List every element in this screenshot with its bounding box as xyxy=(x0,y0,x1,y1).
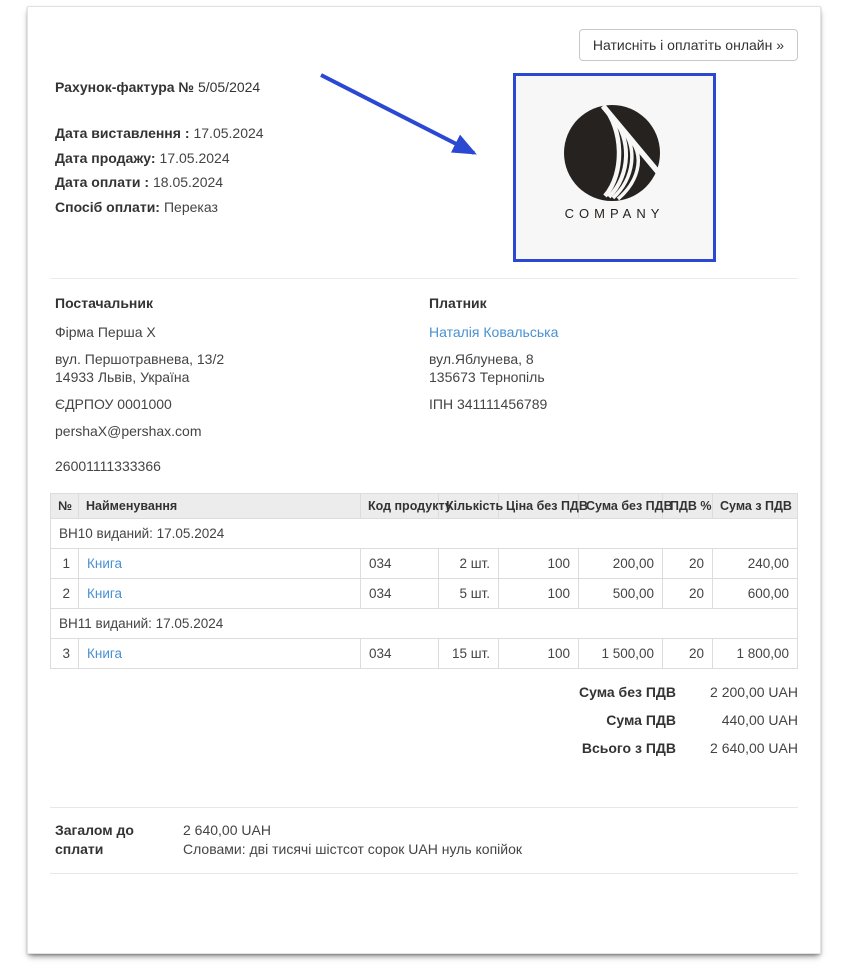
totals-block: Сума без ПДВ 2 200,00 UAH Сума ПДВ 440,0… xyxy=(579,683,798,767)
parties-section: Постачальник Фірма Перша X вул. Першотра… xyxy=(55,295,796,439)
table-row: 2 Книга 034 5 шт. 100 500,00 20 600,00 xyxy=(50,578,798,609)
group-header-label: ВН11 виданий: 17.05.2024 xyxy=(50,608,798,639)
supplier-email: pershaX@pershax.com xyxy=(55,423,202,439)
cell-sum-gross: 600,00 xyxy=(712,578,798,609)
grand-total-section: Загалом до сплати 2 640,00 UAH Словами: … xyxy=(50,807,798,874)
field-label: Спосіб оплати: xyxy=(55,198,160,215)
cell-vat: 20 xyxy=(662,578,713,609)
total-gross-row: Всього з ПДВ 2 640,00 UAH xyxy=(579,739,798,758)
field-value: 17.05.2024 xyxy=(193,125,264,141)
company-logo-mark xyxy=(564,104,661,201)
total-vat-row: Сума ПДВ 440,00 UAH xyxy=(579,711,798,730)
col-name: Найменування xyxy=(78,493,361,519)
field-label: Дата оплати : xyxy=(55,174,149,191)
supplier-title: Постачальник xyxy=(55,295,153,311)
cell-code: 034 xyxy=(360,548,439,579)
group-header-row: ВН11 виданий: 17.05.2024 xyxy=(50,608,798,639)
field-sale-date: Дата продажу: 17.05.2024 xyxy=(55,146,264,171)
col-number: № xyxy=(50,493,79,519)
col-code: Код продукту xyxy=(360,493,452,519)
total-value: 440,00 UAH xyxy=(721,712,798,728)
invoice-title-label: Рахунок-фактура № xyxy=(55,79,195,95)
supplier-tax-id: ЄДРПОУ 0001000 xyxy=(55,396,172,412)
invoice-card: Натисніть і оплатіть онлайн » Рахунок-фа… xyxy=(27,6,821,954)
grand-total-words: Словами: дві тисячі шістсот сорок UAH ну… xyxy=(183,841,523,857)
total-label: Сума без ПДВ xyxy=(579,684,676,700)
product-link[interactable]: Книга xyxy=(87,586,122,601)
total-value: 2 200,00 UAH xyxy=(710,684,798,700)
section-divider xyxy=(50,278,798,279)
col-sum-net: Сума без ПДВ xyxy=(578,493,673,519)
cell-price-net: 100 xyxy=(498,548,579,579)
cell-name: Книга xyxy=(78,548,361,579)
pay-online-button[interactable]: Натисніть і оплатіть онлайн » xyxy=(578,29,798,61)
cell-price-net: 100 xyxy=(498,638,579,669)
cell-code: 034 xyxy=(360,578,439,609)
cell-name: Книга xyxy=(78,578,361,609)
cell-sum-net: 200,00 xyxy=(578,548,663,579)
grand-total-label: Загалом до сплати xyxy=(55,822,134,857)
cell-sum-gross: 1 800,00 xyxy=(712,638,798,669)
group-header-label: ВН10 виданий: 17.05.2024 xyxy=(50,518,798,549)
cell-sum-net: 1 500,00 xyxy=(578,638,663,669)
supplier-account-number: 26001111333366 xyxy=(55,458,161,474)
grand-total-amount: 2 640,00 UAH xyxy=(183,822,271,838)
col-vat: ПДВ % xyxy=(662,493,713,519)
cell-quantity: 15 шт. xyxy=(438,638,499,669)
invoice-fields: Дата виставлення :17.05.2024 Дата продаж… xyxy=(55,121,264,219)
arrow-icon xyxy=(320,73,477,155)
company-logo-text: COMPANY xyxy=(564,206,665,221)
supplier-name: Фірма Перша X xyxy=(55,324,156,340)
product-link[interactable]: Книга xyxy=(87,556,122,571)
field-label: Дата продажу: xyxy=(55,149,156,166)
table-row: 1 Книга 034 2 шт. 100 200,00 20 240,00 xyxy=(50,548,798,579)
cell-code: 034 xyxy=(360,638,439,669)
field-payment-method: Спосіб оплати: Переказ xyxy=(55,195,264,220)
invoice-title: Рахунок-фактура № 5/05/2024 xyxy=(55,79,260,95)
supplier-address-line2: 14933 Львів, Україна xyxy=(55,369,190,385)
cell-quantity: 2 шт. xyxy=(438,548,499,579)
total-net-row: Сума без ПДВ 2 200,00 UAH xyxy=(579,683,798,702)
payer-address-line2: 135673 Тернопіль xyxy=(429,369,545,385)
cell-number: 2 xyxy=(50,578,79,609)
field-payment-date: Дата оплати :18.05.2024 xyxy=(55,170,264,195)
payer-tax-id: ІПН 341111456789 xyxy=(429,396,548,412)
total-value: 2 640,00 UAH xyxy=(710,740,798,756)
col-quantity: Кількість xyxy=(438,493,503,519)
total-label: Всього з ПДВ xyxy=(581,740,676,756)
cell-quantity: 5 шт. xyxy=(438,578,499,609)
field-value: Переказ xyxy=(163,198,218,215)
group-header-row: ВН10 виданий: 17.05.2024 xyxy=(50,518,798,549)
table-row: 3 Книга 034 15 шт. 100 1 500,00 20 1 800… xyxy=(50,638,798,669)
cell-vat: 20 xyxy=(662,638,713,669)
field-value: 18.05.2024 xyxy=(153,174,224,191)
table-header-row: № Найменування Код продукту Кількість Ці… xyxy=(50,493,798,519)
field-issue-date: Дата виставлення :17.05.2024 xyxy=(55,121,264,146)
cell-sum-net: 500,00 xyxy=(578,578,663,609)
product-link[interactable]: Книга xyxy=(87,646,122,661)
company-logo: COMPANY xyxy=(513,73,716,262)
payer-title: Платник xyxy=(429,295,487,311)
supplier-address-line1: вул. Першотравнева, 13/2 xyxy=(55,351,225,367)
cell-vat: 20 xyxy=(662,548,713,579)
field-value: 17.05.2024 xyxy=(159,149,230,166)
cell-number: 1 xyxy=(50,548,79,579)
payer-address-line1: вул.Яблунева, 8 xyxy=(429,351,534,367)
payer-name-link[interactable]: Наталія Ковальська xyxy=(429,324,558,340)
cell-price-net: 100 xyxy=(498,578,579,609)
cell-name: Книга xyxy=(78,638,361,669)
total-label: Сума ПДВ xyxy=(606,712,676,728)
supplier-block: Постачальник Фірма Перша X вул. Першотра… xyxy=(55,295,429,439)
payer-block: Платник Наталія Ковальська вул.Яблунева,… xyxy=(429,295,796,439)
invoice-number: 5/05/2024 xyxy=(197,79,261,95)
col-price-net: Ціна без ПДВ xyxy=(498,493,588,519)
grand-total-values: 2 640,00 UAH Словами: дві тисячі шістсот… xyxy=(183,821,798,859)
cell-sum-gross: 240,00 xyxy=(712,548,798,579)
items-table: № Найменування Код продукту Кількість Ці… xyxy=(50,493,798,669)
field-label: Дата виставлення : xyxy=(55,125,190,141)
cell-number: 3 xyxy=(50,638,79,669)
col-sum-gross: Сума з ПДВ xyxy=(712,493,798,519)
